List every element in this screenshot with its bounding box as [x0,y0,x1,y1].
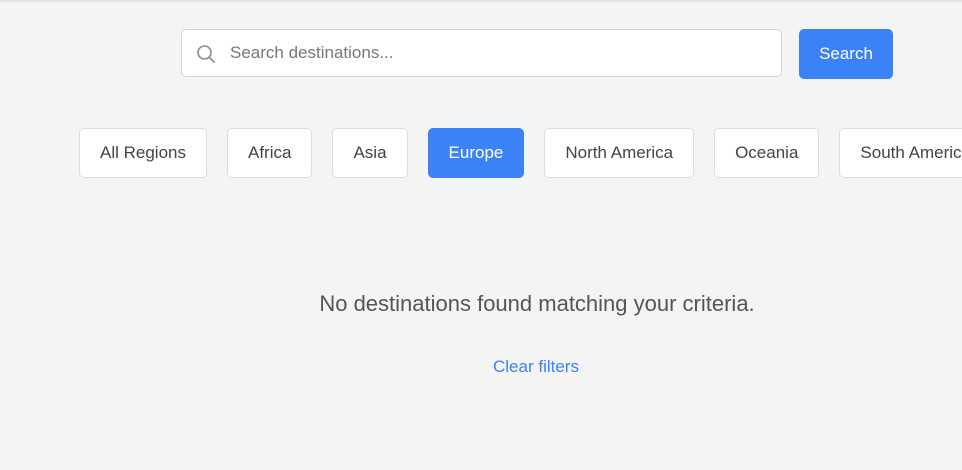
search-button[interactable]: Search [799,29,893,79]
search-input[interactable] [230,30,770,76]
filter-chip-africa[interactable]: Africa [227,128,313,178]
filter-chip-south-america[interactable]: South America [839,128,962,178]
filter-chip-all-regions[interactable]: All Regions [79,128,207,178]
destinations-page: Search All Regions Africa Asia Europe No… [0,0,962,470]
search-box[interactable] [181,29,782,77]
filter-chip-europe[interactable]: Europe [427,128,525,178]
filter-chip-oceania[interactable]: Oceania [714,128,820,178]
search-icon [196,44,216,64]
region-filter-bar: All Regions Africa Asia Europe North Ame… [79,128,962,178]
header-shadow [0,0,962,3]
filter-chip-asia[interactable]: Asia [332,128,408,178]
empty-state-message: No destinations found matching your crit… [319,291,755,316]
filter-chip-north-america[interactable]: North America [544,128,695,178]
clear-filters-link[interactable]: Clear filters [493,356,579,378]
